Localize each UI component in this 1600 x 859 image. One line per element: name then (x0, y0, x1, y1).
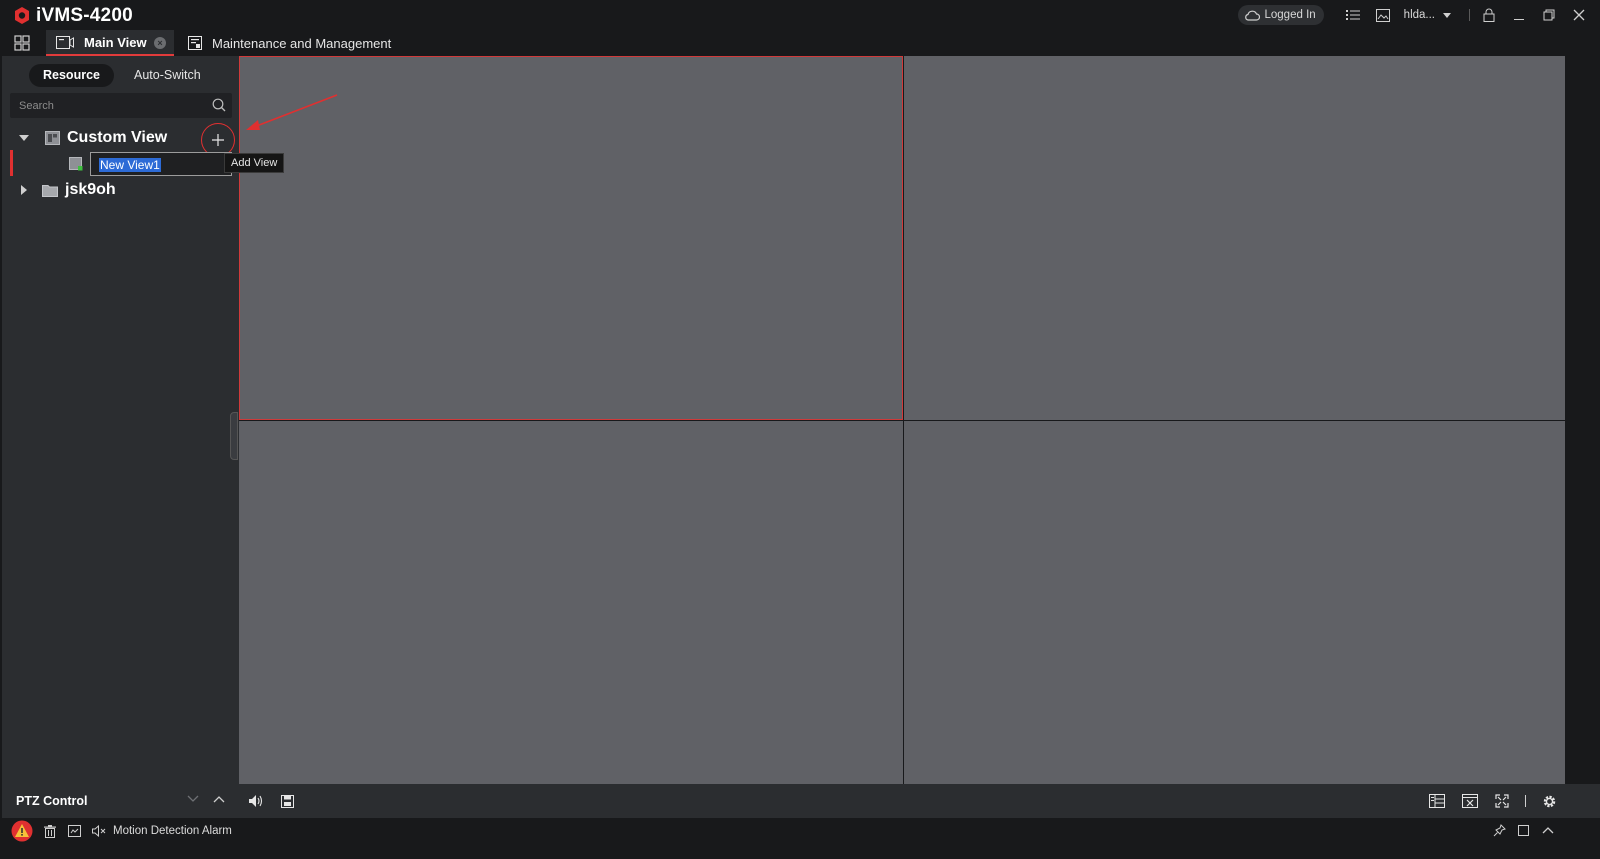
right-edge (1565, 56, 1600, 784)
chevron-up-icon[interactable] (213, 795, 225, 803)
stop-all-icon[interactable] (1462, 794, 1478, 808)
plus-icon (212, 134, 224, 146)
collapse-arrow-icon[interactable] (21, 185, 27, 195)
expand-arrow-icon[interactable] (19, 135, 29, 141)
tree-label-custom-view: Custom View (67, 129, 168, 146)
maintenance-icon (188, 36, 202, 50)
restore-icon[interactable] (1540, 6, 1558, 24)
close-icon[interactable] (1570, 6, 1588, 24)
video-pane-2[interactable] (904, 56, 1565, 420)
folder-icon (42, 184, 58, 197)
app-logo-icon (15, 7, 29, 24)
trash-icon[interactable] (44, 825, 56, 838)
tab-maintenance[interactable]: Maintenance and Management (188, 30, 391, 56)
mute-icon[interactable] (92, 825, 106, 837)
cloud-icon (1244, 10, 1260, 21)
window-icon[interactable] (1518, 825, 1529, 836)
pin-icon[interactable] (1493, 824, 1506, 837)
fullscreen-icon[interactable] (1495, 794, 1509, 808)
search-icon[interactable] (212, 98, 226, 112)
lock-icon[interactable] (1480, 6, 1498, 24)
video-grid (239, 56, 1565, 784)
divider (1469, 9, 1470, 21)
image-icon[interactable] (1374, 6, 1392, 24)
panel-segment-control: Resource Auto-Switch (29, 64, 215, 87)
video-pane-4[interactable] (904, 421, 1565, 784)
tab-main-view-label: Main View (84, 34, 147, 50)
segment-auto-switch[interactable]: Auto-Switch (120, 64, 215, 87)
user-name[interactable]: hlda... (1404, 9, 1435, 21)
ptz-control-label[interactable]: PTZ Control (16, 794, 88, 808)
save-icon[interactable] (281, 795, 294, 808)
view-name-edit-field[interactable]: New View1 (90, 152, 232, 176)
tab-maintenance-label: Maintenance and Management (212, 35, 392, 51)
custom-view-icon (45, 131, 60, 145)
minimize-icon[interactable] (1510, 6, 1528, 24)
login-status-label: Logged In (1264, 9, 1316, 21)
alarm-warning-icon[interactable] (11, 820, 33, 842)
tree-node-group[interactable]: jsk9oh (2, 177, 239, 203)
app-title: iVMS-4200 (36, 5, 133, 26)
segment-resource[interactable]: Resource (29, 64, 114, 87)
video-pane-3[interactable] (239, 421, 903, 784)
search-input[interactable] (10, 93, 200, 118)
tab-bar: Main View × Maintenance and Management (0, 30, 1600, 56)
panel-collapse-handle[interactable] (230, 412, 238, 460)
alarm-status-text: Motion Detection Alarm (113, 825, 232, 837)
view-icon (69, 157, 83, 171)
login-status[interactable]: Logged In (1237, 5, 1324, 25)
divider (1525, 795, 1526, 807)
control-bar (239, 784, 1600, 818)
volume-icon[interactable] (248, 794, 264, 808)
annotation-arrow (246, 94, 338, 130)
chevron-up-icon[interactable] (1542, 826, 1554, 834)
selection-marker (10, 150, 13, 176)
status-bar: Motion Detection Alarm (0, 818, 1600, 859)
tab-main-view[interactable]: Main View × (46, 30, 174, 56)
ptz-control-bar: PTZ Control (2, 784, 239, 818)
layout-icon[interactable] (1429, 794, 1445, 808)
tree-label-group: jsk9oh (65, 181, 116, 198)
chevron-down-icon[interactable] (187, 795, 199, 803)
view-name-edit-text: New View1 (99, 158, 161, 172)
module-grid-icon[interactable] (14, 35, 30, 51)
tab-close-icon[interactable]: × (154, 37, 166, 49)
list-icon[interactable] (1344, 6, 1362, 24)
user-menu-caret-icon[interactable] (1443, 12, 1451, 18)
add-view-tooltip: Add View (224, 153, 285, 173)
resource-panel: Resource Auto-Switch Custom View New Vie… (2, 56, 239, 802)
title-bar: iVMS-4200 Logged In hlda... (0, 0, 1600, 30)
alarm-popup-icon[interactable] (68, 825, 81, 837)
settings-icon[interactable] (1542, 794, 1557, 809)
main-view-icon (56, 35, 74, 49)
search-box (10, 93, 232, 118)
